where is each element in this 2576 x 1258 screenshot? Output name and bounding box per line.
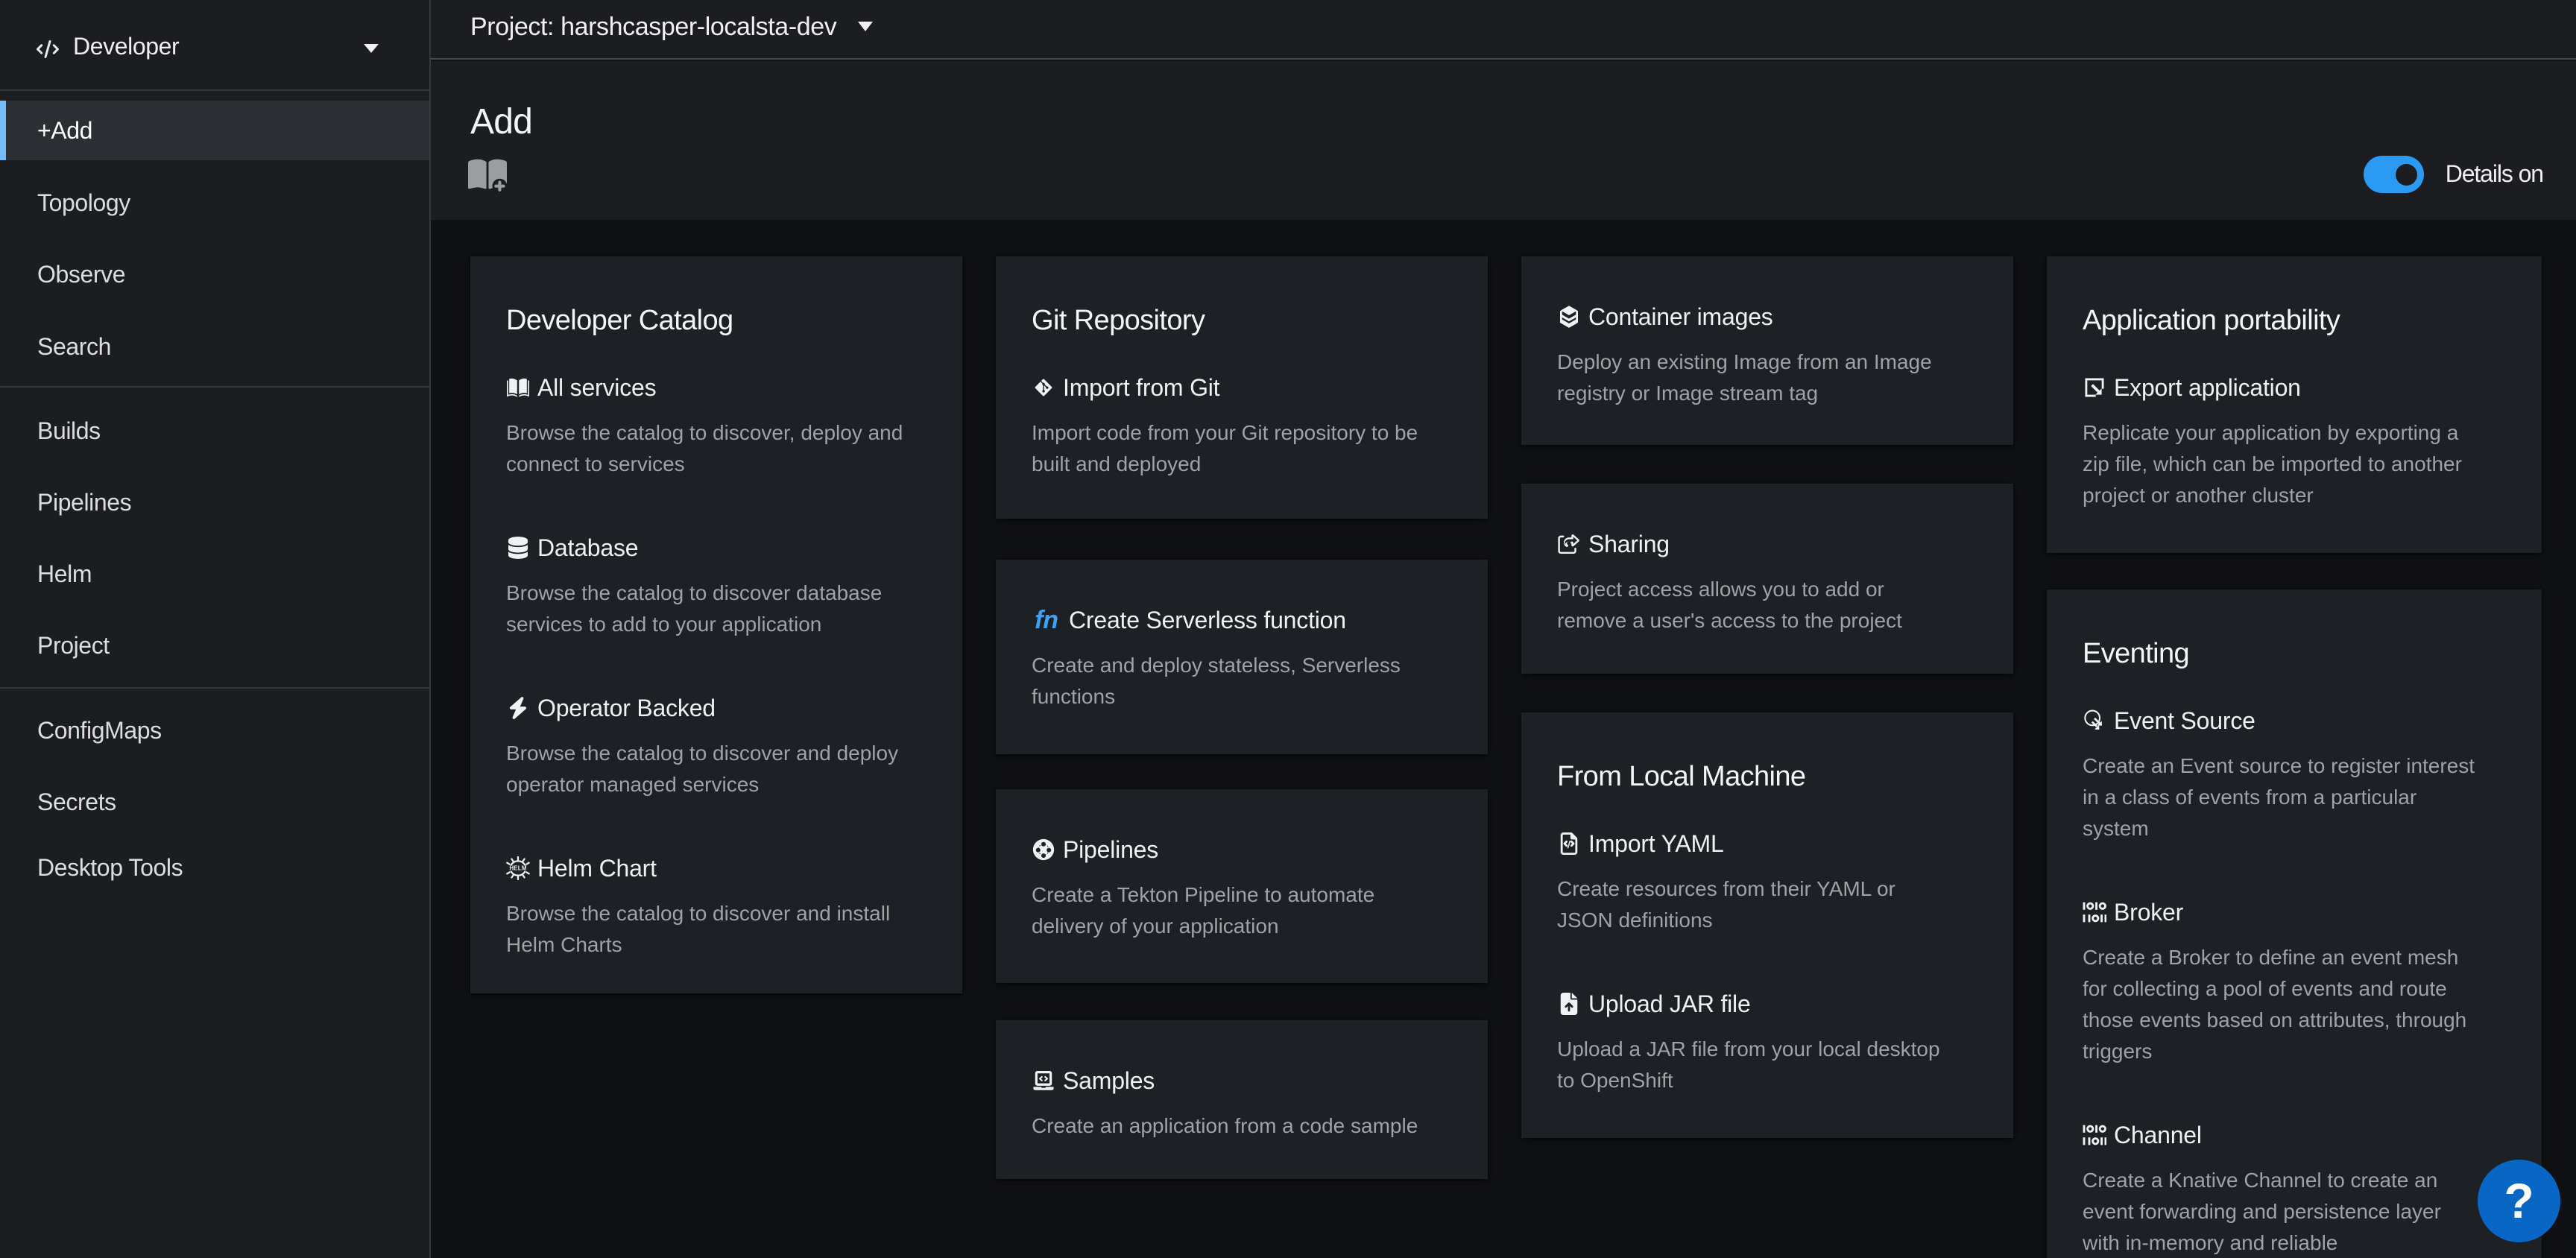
svg-text:HELM: HELM (509, 865, 526, 872)
